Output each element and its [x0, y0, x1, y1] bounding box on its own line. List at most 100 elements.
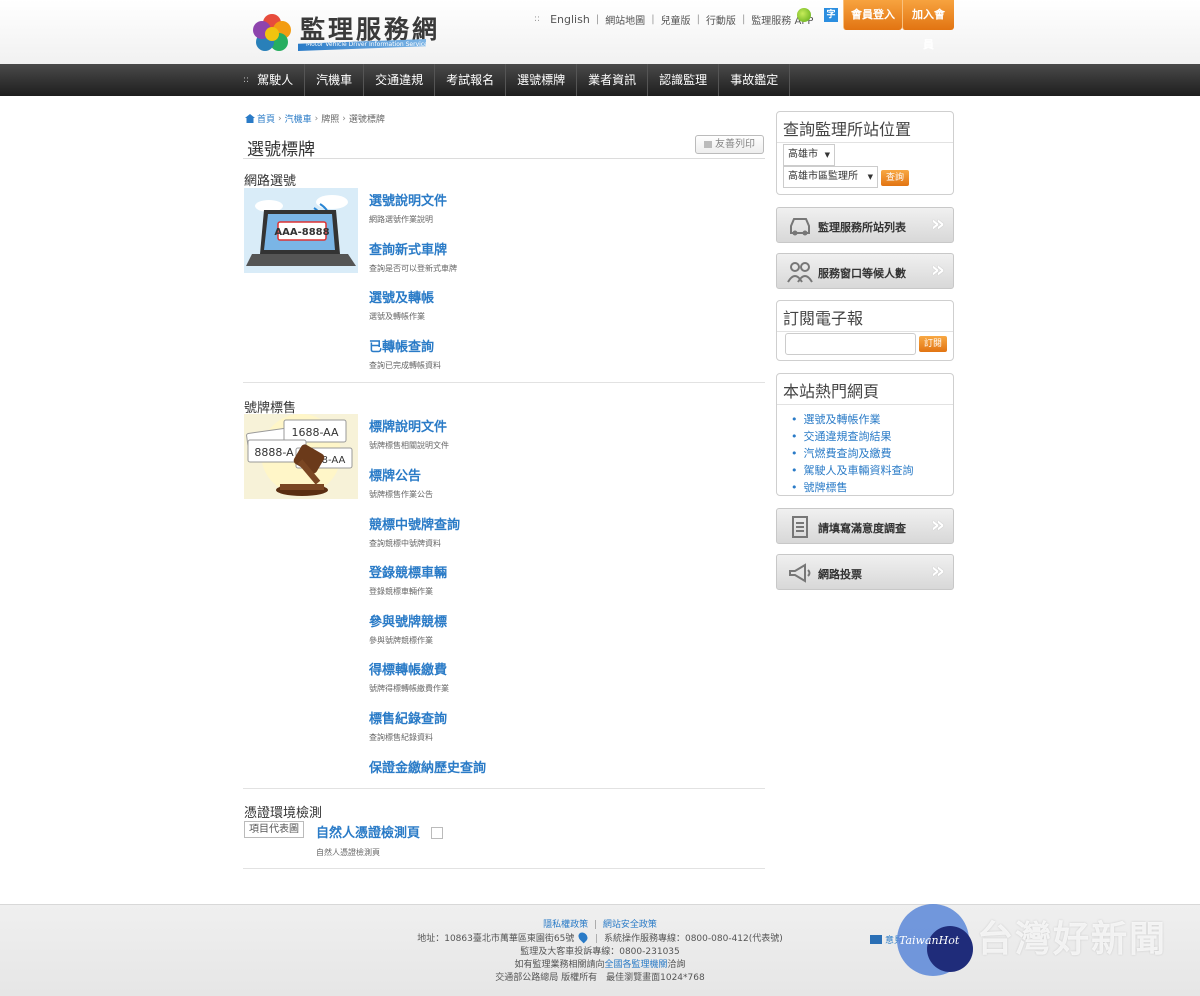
- double-chevron-right-icon: »: [930, 212, 945, 237]
- list-item: 標售紀錄查詢 查詢標售紀錄資料: [369, 708, 447, 743]
- link-auction-notice[interactable]: 標牌公告: [369, 465, 433, 484]
- station-query-button[interactable]: 查詢: [881, 170, 909, 186]
- thumb-plate-2: 8888-A: [254, 446, 294, 459]
- link-selection-doc[interactable]: 選號說明文件: [369, 190, 447, 209]
- section-title-online-selection: 網路選號: [244, 174, 297, 189]
- queue-count-label: 服務窗口等候人數: [818, 267, 906, 280]
- watermark-brand: TaiwanHot: [899, 934, 960, 947]
- nav-item-exam[interactable]: 考試報名: [435, 64, 507, 96]
- watermark: TaiwanHot 台灣好新聞: [897, 904, 1197, 984]
- online-selection-thumbnail: AAA-8888: [244, 188, 358, 273]
- item-desc: 號牌標售作業公告: [369, 490, 433, 499]
- section-divider: [243, 382, 765, 383]
- list-item: 登錄競標車輛 登錄競標車輛作業: [369, 562, 447, 597]
- vote-button[interactable]: 網路投票 »: [776, 554, 954, 590]
- list-item: 得標轉帳繳費 號牌得標轉帳繳費作業: [369, 659, 449, 694]
- link-auction-doc[interactable]: 標牌說明文件: [369, 416, 449, 435]
- link-sitemap[interactable]: 網站地圖: [605, 12, 645, 27]
- link-transferred-query[interactable]: 已轉帳查詢: [369, 336, 441, 355]
- link-new-plate-query[interactable]: 查詢新式車牌: [369, 239, 457, 258]
- site-logo[interactable]: 監理服務網 Motor Vehicle Driver Information S…: [250, 8, 437, 56]
- link-join-bidding[interactable]: 參與號牌競標: [369, 611, 447, 630]
- double-chevron-right-icon: »: [930, 513, 945, 538]
- city-select[interactable]: 高雄市 ▼: [783, 144, 835, 166]
- newsletter-title: 訂閱電子報: [777, 301, 953, 332]
- nav-item-driver[interactable]: 駕駛人: [257, 64, 306, 96]
- link-mobile[interactable]: 行動版: [706, 12, 736, 27]
- main-nav-list: :: 駕駛人 汽機車 交通違規 考試報名 選號標牌 業者資訊 認識監理 事故鑑定: [243, 64, 791, 96]
- list-item[interactable]: 號牌標售: [791, 479, 953, 496]
- item-desc: 自然人憑證檢測頁: [316, 848, 380, 857]
- survey-button[interactable]: 請填寫滿意度調查 »: [776, 508, 954, 544]
- list-item: 競標中號牌查詢 查詢競標中號牌資料: [369, 514, 460, 549]
- breadcrumb-home[interactable]: 首頁: [257, 112, 275, 125]
- item-desc: 號牌得標轉帳繳費作業: [369, 684, 449, 693]
- double-chevron-right-icon: »: [930, 559, 945, 584]
- title-divider: [243, 158, 765, 159]
- footer-info: 隱私權政策 | 網站安全政策 地址：10863臺北市萬華區東園街65號 | 系統…: [400, 919, 800, 985]
- nav-dots: ::: [243, 75, 250, 85]
- people-icon: [787, 262, 813, 283]
- vote-label: 網路投票: [818, 568, 862, 581]
- link-auction-record[interactable]: 標售紀錄查詢: [369, 708, 447, 727]
- link-register-vehicle[interactable]: 登錄競標車輛: [369, 562, 447, 581]
- section-divider: [243, 868, 765, 869]
- list-item: 參與號牌競標 參與號牌競標作業: [369, 611, 447, 646]
- breadcrumb-current: 選號標牌: [348, 115, 385, 125]
- chevron-down-icon: ▼: [867, 173, 873, 181]
- list-item: 標牌說明文件 號牌標售相關說明文件: [369, 416, 449, 451]
- nav-item-plate[interactable]: 選號標牌: [506, 64, 578, 96]
- all-offices-link[interactable]: 全國各監理機關: [604, 960, 667, 970]
- list-item[interactable]: 駕駛人及車輛資料查詢: [791, 462, 953, 479]
- newsletter-email-input[interactable]: [785, 333, 916, 355]
- station-list-button[interactable]: 監理服務所站列表 »: [776, 207, 954, 243]
- list-item[interactable]: 選號及轉帳作業: [791, 411, 953, 428]
- list-item[interactable]: 汽燃費查詢及繳費: [791, 445, 953, 462]
- security-policy-link[interactable]: 網站安全政策: [603, 920, 657, 930]
- accessibility-icon[interactable]: [797, 8, 811, 22]
- item-desc: 登錄競標車輛作業: [369, 587, 433, 596]
- top-links-dots: ::: [534, 14, 541, 24]
- item-desc: 查詢已完成轉帳資料: [369, 361, 441, 370]
- list-item: 已轉帳查詢 查詢已完成轉帳資料: [369, 336, 441, 371]
- privacy-policy-link[interactable]: 隱私權政策: [543, 920, 588, 930]
- hot-pages-list: 選號及轉帳作業 交通違規查詢結果 汽燃費查詢及繳費 駕駛人及車輛資料查詢 號牌標…: [777, 405, 953, 502]
- thumb-plate-text: AAA-8888: [274, 227, 329, 238]
- nav-item-business[interactable]: 業者資訊: [577, 64, 649, 96]
- breadcrumb-vehicle[interactable]: 汽機車: [285, 112, 312, 125]
- printer-icon: [704, 140, 712, 148]
- logo-flower-icon: [253, 14, 291, 51]
- list-item: 保證金繳納歷史查詢: [369, 757, 486, 776]
- subscribe-button[interactable]: 訂閱: [919, 336, 947, 352]
- link-deposit-history[interactable]: 保證金繳納歷史查詢: [369, 757, 486, 776]
- main-nav: :: 駕駛人 汽機車 交通違規 考試報名 選號標牌 業者資訊 認識監理 事故鑑定: [0, 64, 1200, 96]
- item-desc: 查詢標售紀錄資料: [369, 733, 433, 742]
- queue-count-button[interactable]: 服務窗口等候人數 »: [776, 253, 954, 289]
- station-list-label: 監理服務所站列表: [818, 221, 906, 234]
- nav-item-accident[interactable]: 事故鑑定: [719, 64, 791, 96]
- map-pin-icon[interactable]: [576, 930, 590, 944]
- nav-item-about[interactable]: 認識監理: [648, 64, 720, 96]
- footer-copyright: 交通部公路總局 版權所有 最佳瀏覽畫面1024*768: [495, 973, 705, 983]
- link-kids[interactable]: 兒童版: [661, 12, 691, 27]
- link-select-transfer[interactable]: 選號及轉帳: [369, 287, 434, 306]
- link-winning-payment[interactable]: 得標轉帳繳費: [369, 659, 449, 678]
- list-item: 選號說明文件 網路選號作業說明: [369, 190, 447, 225]
- nav-item-vehicle[interactable]: 汽機車: [305, 64, 365, 96]
- item-desc: 參與號牌競標作業: [369, 636, 433, 645]
- office-select-value: 高雄市區監理所: [788, 171, 858, 182]
- join-button[interactable]: 加入會員: [902, 0, 954, 51]
- print-button[interactable]: 友善列印: [695, 135, 764, 154]
- link-english[interactable]: English: [550, 13, 590, 26]
- list-item: 查詢新式車牌 查詢是否可以登新式車牌: [369, 239, 457, 274]
- login-button[interactable]: 會員登入: [843, 0, 902, 30]
- mail-icon: [870, 935, 882, 944]
- link-bidding-query[interactable]: 競標中號牌查詢: [369, 514, 460, 533]
- survey-label: 請填寫滿意度調查: [818, 522, 906, 535]
- link-cert-test[interactable]: 自然人憑證檢測頁: [316, 826, 420, 841]
- list-item[interactable]: 交通違規查詢結果: [791, 428, 953, 445]
- nav-item-violation[interactable]: 交通違規: [364, 64, 436, 96]
- office-select[interactable]: 高雄市區監理所 ▼: [783, 166, 878, 188]
- section-divider: [243, 788, 765, 789]
- font-size-icon[interactable]: 字: [824, 8, 838, 22]
